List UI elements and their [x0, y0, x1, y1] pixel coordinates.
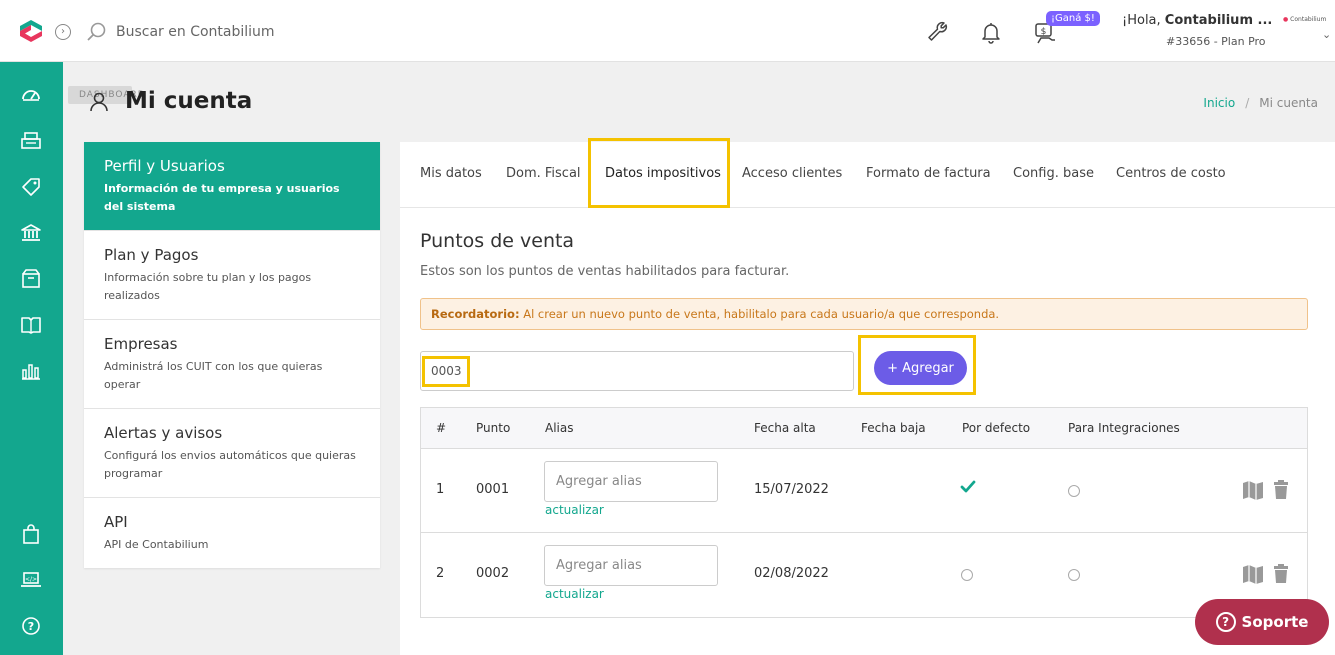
page-title: Mi cuenta [125, 88, 253, 114]
section-title: Puntos de venta [420, 230, 575, 252]
breadcrumb-current: Mi cuenta [1259, 96, 1318, 110]
cell-punto: 0001 [476, 482, 510, 497]
dashboard-icon[interactable] [20, 84, 42, 106]
highlight-box-tab [588, 138, 730, 208]
column-header-fecha-baja: Fecha baja [861, 421, 926, 435]
column-header-integraciones: Para Integraciones [1068, 421, 1180, 435]
column-header-fecha-alta: Fecha alta [754, 421, 816, 435]
earn-badge[interactable]: ¡Ganá $! [1046, 11, 1100, 26]
update-alias-link[interactable]: actualizar [545, 587, 604, 601]
sales-icon[interactable] [20, 130, 42, 152]
alias-input[interactable] [544, 545, 718, 586]
menu-item-empresas[interactable]: Empresas Administrá los CUIT con los que… [84, 320, 380, 409]
tag-icon[interactable] [20, 176, 42, 198]
user-greeting[interactable]: ¡Hola, Contabilium ... [1122, 13, 1272, 28]
tab-acceso-clientes[interactable]: Acceso clientes [742, 166, 842, 181]
menu-item-desc: Información sobre tu plan y los pagos re… [104, 271, 312, 302]
company-logo: ● Contabilium [1283, 16, 1327, 23]
cell-fecha-alta: 02/08/2022 [754, 566, 829, 581]
menu-item-desc: API de Contabilium [104, 538, 209, 551]
integrations-radio[interactable] [1068, 569, 1080, 581]
column-header-alias: Alias [545, 421, 574, 435]
menu-item-title: Empresas [104, 335, 178, 353]
new-point-of-sale-input[interactable] [420, 351, 854, 391]
integrations-radio[interactable] [1068, 485, 1080, 497]
integrations-laptop-icon[interactable]: </> [20, 569, 42, 591]
support-button[interactable]: ? Soporte [1195, 599, 1329, 645]
help-circle-icon: ? [1215, 612, 1236, 632]
settings-menu: Perfil y Usuarios Información de tu empr… [84, 142, 380, 568]
menu-item-title: API [104, 513, 128, 531]
map-icon[interactable] [1242, 479, 1264, 501]
cell-fecha-alta: 15/07/2022 [754, 482, 829, 497]
book-icon[interactable] [20, 314, 42, 336]
tab-config-base[interactable]: Config. base [1013, 166, 1094, 181]
points-of-sale-table: # Punto Alias Fecha alta Fecha baja Por … [420, 407, 1308, 618]
tab-mis-datos[interactable]: Mis datos [420, 166, 482, 181]
cell-num: 1 [436, 482, 445, 497]
reminder-alert: Recordatorio: Al crear un nuevo punto de… [420, 298, 1308, 330]
search-input[interactable] [116, 20, 376, 44]
main-panel: Mis datos Dom. Fiscal Datos impositivos … [400, 138, 1335, 655]
wrench-icon[interactable] [925, 20, 949, 44]
inventory-box-icon[interactable] [20, 268, 42, 290]
menu-item-plan-pagos[interactable]: Plan y Pagos Información sobre tu plan y… [84, 231, 380, 320]
menu-item-perfil-usuarios[interactable]: Perfil y Usuarios Información de tu empr… [84, 142, 380, 231]
breadcrumb-home-link[interactable]: Inicio [1203, 96, 1235, 110]
svg-text:$: $ [1041, 27, 1047, 37]
expand-sidebar-icon[interactable]: › [55, 24, 71, 40]
default-radio[interactable] [961, 569, 973, 581]
cell-punto: 0002 [476, 566, 510, 581]
svg-text:</>: </> [25, 576, 37, 583]
settings-tabs: Mis datos Dom. Fiscal Datos impositivos … [400, 142, 1335, 208]
account-plan: #33656 - Plan Pro [1166, 35, 1266, 48]
cell-num: 2 [436, 566, 445, 581]
column-header-num: # [436, 421, 447, 435]
top-bar: › $ ¡Ganá $! ¡Hola, Contabilium ... #336… [0, 0, 1335, 62]
bell-icon[interactable] [979, 20, 1003, 44]
table-header: # Punto Alias Fecha alta Fecha baja Por … [421, 408, 1307, 449]
menu-item-title: Perfil y Usuarios [104, 157, 225, 175]
table-row: 1 0001 actualizar 15/07/2022 [421, 449, 1307, 533]
tab-centros-costo[interactable]: Centros de costo [1116, 166, 1226, 181]
trash-icon[interactable] [1270, 479, 1292, 501]
bank-icon[interactable] [20, 222, 42, 244]
menu-item-alertas-avisos[interactable]: Alertas y avisos Configurá los envios au… [84, 409, 380, 498]
trash-icon[interactable] [1270, 563, 1292, 585]
table-row: 2 0002 actualizar 02/08/2022 [421, 533, 1307, 617]
column-header-por-defecto: Por defecto [962, 421, 1031, 435]
update-alias-link[interactable]: actualizar [545, 503, 604, 517]
shopping-bag-icon[interactable] [20, 523, 42, 545]
tab-dom-fiscal[interactable]: Dom. Fiscal [506, 166, 581, 181]
user-icon [90, 92, 108, 112]
breadcrumb: Inicio / Mi cuenta [1203, 96, 1318, 110]
menu-item-desc: Administrá los CUIT con los que quieras … [104, 360, 323, 391]
menu-item-desc: Información de tu empresa y usuarios del… [104, 182, 340, 213]
search-icon [87, 22, 106, 41]
menu-item-title: Alertas y avisos [104, 424, 223, 442]
checkmark-icon[interactable] [959, 478, 977, 496]
reports-chart-icon[interactable] [20, 360, 42, 382]
contabilium-logo[interactable] [17, 18, 45, 46]
svg-text:?: ? [28, 620, 34, 633]
help-icon[interactable]: ? [20, 615, 42, 637]
alias-input[interactable] [544, 461, 718, 502]
tab-formato-factura[interactable]: Formato de factura [866, 166, 991, 181]
map-icon[interactable] [1242, 563, 1264, 585]
menu-item-title: Plan y Pagos [104, 246, 199, 264]
highlight-box-button [858, 335, 976, 395]
section-description: Estos son los puntos de ventas habilitad… [420, 264, 790, 279]
chevron-down-icon[interactable]: ⌄ [1322, 28, 1331, 41]
main-sidebar: </> ? [0, 62, 63, 655]
menu-item-api[interactable]: API API de Contabilium [84, 498, 380, 568]
column-header-punto: Punto [476, 421, 511, 435]
highlight-box-input [422, 356, 470, 387]
menu-item-desc: Configurá los envios automáticos que qui… [104, 449, 356, 480]
